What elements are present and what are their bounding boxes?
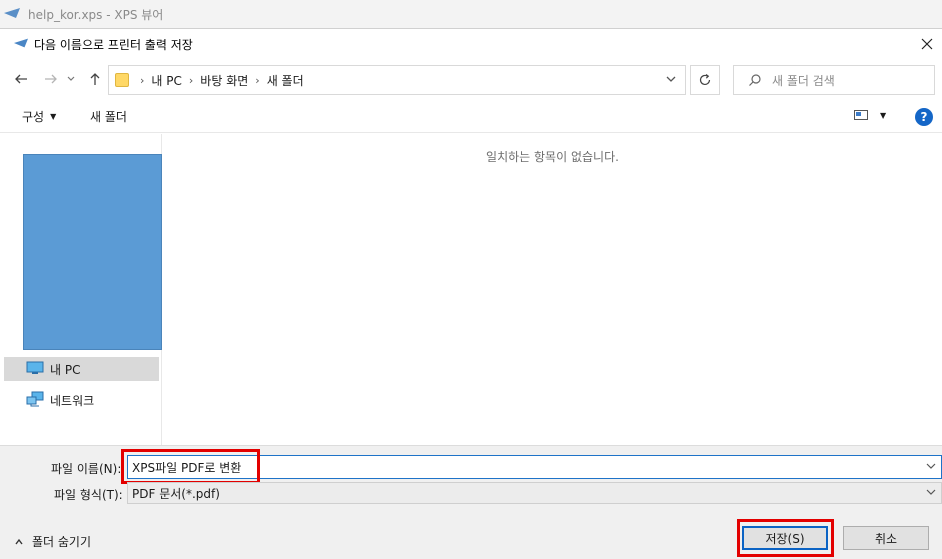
filetype-value: PDF 문서(*.pdf) — [132, 486, 220, 501]
chevron-down-icon — [926, 463, 936, 469]
forward-button[interactable] — [40, 68, 62, 90]
arrow-right-icon — [45, 74, 57, 84]
xps-viewer-icon — [14, 37, 28, 51]
breadcrumb-item-desktop[interactable]: 바탕 화면 — [200, 72, 248, 89]
breadcrumb-item-this-pc[interactable]: 내 PC — [151, 72, 181, 89]
filename-dropdown-button[interactable] — [925, 460, 937, 475]
nav-item-network[interactable]: 네트워크 — [4, 388, 159, 412]
address-dropdown-button[interactable] — [665, 73, 677, 88]
folder-icon — [115, 73, 129, 87]
document-preview — [23, 154, 162, 350]
save-dialog: 다음 이름으로 프린터 출력 저장 › 내 PC › 바탕 화면 › 새 폴더 … — [0, 28, 942, 559]
navigation-bar: › 내 PC › 바탕 화면 › 새 폴더 새 폴더 검색 — [0, 63, 942, 97]
nav-item-this-pc[interactable]: 내 PC — [4, 357, 159, 381]
arrow-left-icon — [15, 74, 27, 84]
new-folder-label: 새 폴더 — [90, 110, 127, 124]
chevron-down-icon — [666, 76, 676, 82]
hide-folders-button[interactable]: 폴더 숨기기 — [14, 533, 91, 550]
filetype-label: 파일 형식(T): — [54, 488, 123, 502]
back-button[interactable] — [10, 68, 32, 90]
search-placeholder: 새 폴더 검색 — [772, 73, 835, 88]
new-folder-button[interactable]: 새 폴더 — [90, 108, 127, 125]
help-button[interactable]: ? — [915, 108, 933, 126]
address-bar[interactable]: › 내 PC › 바탕 화면 › 새 폴더 — [108, 65, 686, 95]
navigation-pane: 내 PC 네트워크 — [0, 134, 162, 445]
chevron-up-icon — [15, 538, 23, 544]
filetype-select[interactable]: PDF 문서(*.pdf) — [127, 482, 942, 504]
close-button[interactable] — [916, 33, 938, 55]
background-window-titlebar: help_kor.xps - XPS 뷰어 — [0, 0, 942, 28]
refresh-icon — [699, 74, 711, 86]
breadcrumb-separator: › — [255, 73, 260, 87]
search-icon — [749, 74, 761, 86]
hide-folders-label: 폴더 숨기기 — [32, 535, 92, 549]
highlight-box-save — [737, 519, 834, 557]
close-icon — [921, 38, 933, 50]
nav-item-label: 내 PC — [50, 362, 81, 377]
up-button[interactable] — [84, 68, 106, 90]
highlight-box-filename — [121, 449, 260, 484]
chevron-down-icon — [926, 489, 936, 495]
filetype-dropdown-button[interactable] — [925, 486, 937, 501]
save-form: 파일 이름(N): XPS파일 PDF로 변환 파일 형식(T): PDF 문서… — [0, 445, 942, 559]
organize-button[interactable]: 구성 ▼ — [22, 108, 56, 125]
change-view-button[interactable]: ▼ — [854, 109, 886, 121]
dialog-titlebar: 다음 이름으로 프린터 출력 저장 — [0, 29, 942, 59]
nav-item-label: 네트워크 — [50, 393, 95, 408]
organize-label: 구성 — [22, 110, 45, 124]
breadcrumb-separator: › — [140, 73, 145, 87]
caret-down-icon: ▼ — [50, 112, 57, 121]
chevron-down-icon — [67, 76, 75, 81]
arrow-up-icon — [90, 73, 100, 85]
cancel-button[interactable]: 취소 — [843, 526, 929, 550]
caret-down-icon: ▼ — [880, 110, 887, 120]
xps-viewer-icon — [4, 7, 20, 21]
breadcrumb-separator: › — [188, 73, 194, 87]
file-list[interactable]: 일치하는 항목이 없습니다. — [163, 134, 942, 445]
view-icon — [854, 110, 868, 120]
empty-message: 일치하는 항목이 없습니다. — [486, 150, 619, 164]
breadcrumb-item-new-folder[interactable]: 새 폴더 — [267, 72, 304, 89]
cancel-label: 취소 — [874, 531, 898, 546]
network-icon — [26, 391, 44, 410]
command-toolbar: 구성 ▼ 새 폴더 ▼ ? — [0, 101, 942, 133]
background-window-title: help_kor.xps - XPS 뷰어 — [28, 7, 164, 22]
recent-locations-button[interactable] — [64, 68, 78, 90]
help-icon: ? — [920, 110, 928, 124]
computer-icon — [26, 361, 44, 378]
refresh-button[interactable] — [690, 65, 720, 95]
filename-label: 파일 이름(N): — [51, 462, 122, 476]
dialog-title: 다음 이름으로 프린터 출력 저장 — [34, 37, 193, 52]
search-box[interactable]: 새 폴더 검색 — [733, 65, 935, 95]
